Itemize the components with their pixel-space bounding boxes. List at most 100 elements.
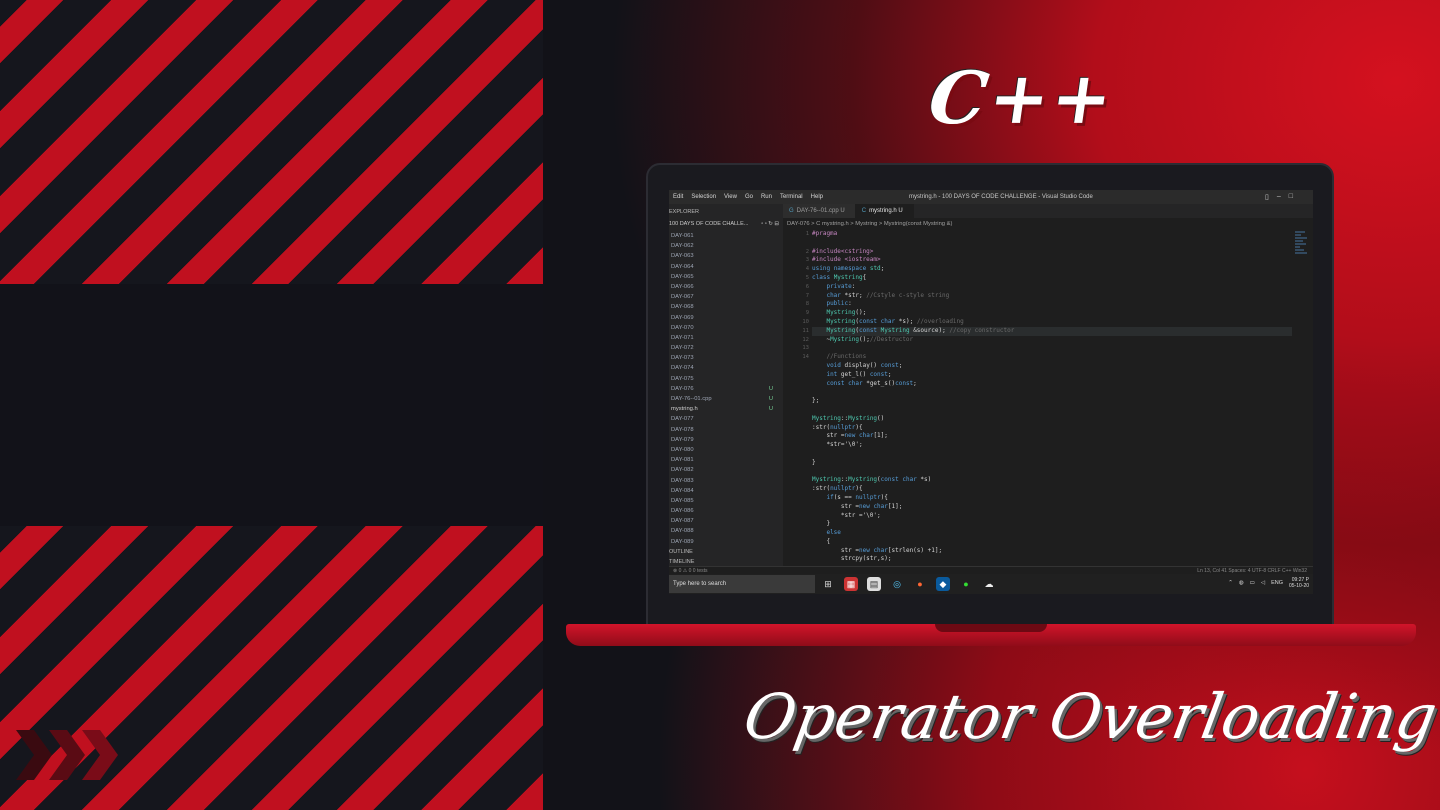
app-icon[interactable]: ☁	[982, 577, 996, 591]
code-line[interactable]: Mystring(const char *s); //overloading	[812, 318, 1292, 327]
sidebar-item[interactable]: DAY-064	[669, 262, 783, 272]
code-line[interactable]: if(s == nullptr){	[812, 494, 1292, 503]
layout-icon[interactable]: ▯	[1265, 193, 1269, 201]
tab-day76-cpp[interactable]: G DAY-76--01.cpp U	[783, 204, 856, 218]
code-line[interactable]: Mystring();	[812, 309, 1292, 318]
sidebar-item[interactable]: DAY-075	[669, 374, 783, 384]
sidebar-item[interactable]: DAY-063	[669, 251, 783, 261]
code-line[interactable]	[812, 239, 1292, 248]
sidebar-item[interactable]: DAY-068	[669, 302, 783, 312]
minimap[interactable]	[1295, 230, 1309, 290]
menu-view[interactable]: View	[720, 194, 741, 200]
tab-mystring-h[interactable]: Cmystring.h U	[855, 204, 914, 218]
network-icon[interactable]: ◍	[1239, 580, 1244, 586]
menu-edit[interactable]: Edit	[669, 194, 687, 200]
code-line[interactable]	[812, 468, 1292, 477]
sidebar-item[interactable]: DAY-081	[669, 455, 783, 465]
sidebar-item[interactable]: DAY-062	[669, 241, 783, 251]
sidebar-item[interactable]: DAY-087	[669, 516, 783, 526]
code-line[interactable]: class Mystring{	[812, 274, 1292, 283]
sidebar-item[interactable]: DAY-080	[669, 445, 783, 455]
code-line[interactable]: };	[812, 397, 1292, 406]
minimize-icon[interactable]: –	[1277, 193, 1281, 201]
menu-help[interactable]: Help	[807, 194, 827, 200]
code-line[interactable]: //Functions	[812, 353, 1292, 362]
task-view-icon[interactable]: ⊞	[821, 577, 835, 591]
code-line[interactable]: using namespace std;	[812, 265, 1292, 274]
code-line[interactable]: str =new char[1];	[812, 503, 1292, 512]
breadcrumb[interactable]: DAY-076 > C mystring.h > Mystring > Myst…	[787, 221, 952, 227]
code-line[interactable]: {	[812, 538, 1292, 547]
sidebar-item[interactable]: DAY-074	[669, 363, 783, 373]
code-line[interactable]: #include<cstring>	[812, 248, 1292, 257]
code-line[interactable]: }	[812, 520, 1292, 529]
menu-selection[interactable]: Selection	[687, 194, 720, 200]
tray-chevron-icon[interactable]: ⌃	[1228, 580, 1233, 586]
sidebar-item[interactable]: DAY-083	[669, 476, 783, 486]
sidebar-item[interactable]: DAY-078	[669, 425, 783, 435]
sidebar-item[interactable]: DAY-067	[669, 292, 783, 302]
code-line[interactable]: Mystring(const Mystring &source); //copy…	[812, 326, 1292, 336]
sidebar-item[interactable]: DAY-084	[669, 486, 783, 496]
menu-terminal[interactable]: Terminal	[776, 194, 807, 200]
sidebar-item[interactable]: DAY-079	[669, 435, 783, 445]
sidebar-item[interactable]: DAY-073	[669, 353, 783, 363]
code-line[interactable]: private:	[812, 283, 1292, 292]
outline-section[interactable]: OUTLINE	[669, 547, 783, 557]
code-line[interactable]: strcpy(str,s);	[812, 555, 1292, 564]
explorer-actions-icon[interactable]: ▫ ▫ ↻ ⊟	[761, 221, 779, 231]
code-line[interactable]: public:	[812, 300, 1292, 309]
volume-icon[interactable]: ◁	[1261, 580, 1265, 586]
sidebar-item[interactable]: DAY-077	[669, 414, 783, 424]
code-line[interactable]: ~Mystring();//Destructor	[812, 336, 1292, 345]
code-lines[interactable]: #pragma #include<cstring> #include <iostre…	[812, 230, 1292, 564]
sidebar-item[interactable]: DAY-089	[669, 537, 783, 547]
sidebar-item[interactable]: DAY-072	[669, 343, 783, 353]
code-line[interactable]: :str(nullptr){	[812, 485, 1292, 494]
sidebar-item[interactable]: DAY-086	[669, 506, 783, 516]
code-line[interactable]: *str='\0';	[812, 441, 1292, 450]
sidebar-item[interactable]: DAY-088	[669, 526, 783, 536]
battery-icon[interactable]: ▭	[1250, 580, 1255, 586]
maximize-icon[interactable]: □	[1289, 193, 1293, 201]
code-line[interactable]: const char *get_s()const;	[812, 380, 1292, 389]
code-line[interactable]: }	[812, 459, 1292, 468]
code-line[interactable]	[812, 406, 1292, 415]
sidebar-item[interactable]: DAY-070	[669, 323, 783, 333]
sidebar-item[interactable]: DAY-76--01.cpp U	[669, 394, 783, 404]
code-line[interactable]	[812, 450, 1292, 459]
sidebar-item[interactable]: DAY-071	[669, 333, 783, 343]
photos-icon[interactable]: ▦	[844, 577, 858, 591]
code-line[interactable]: Mystring::Mystring(const char *s)	[812, 476, 1292, 485]
code-line[interactable]: str =new char[1];	[812, 432, 1292, 441]
store-icon[interactable]: ▤	[867, 577, 881, 591]
code-line[interactable]: #pragma	[812, 230, 1292, 239]
language-indicator[interactable]: ENG	[1271, 580, 1283, 586]
code-line[interactable]: char *str; //Cstyle c-style string	[812, 292, 1292, 301]
sidebar-item[interactable]: DAY-076 U	[669, 384, 783, 394]
firefox-icon[interactable]: ●	[913, 577, 927, 591]
menu-go[interactable]: Go	[741, 194, 757, 200]
code-line[interactable]: str =new char[strlen(s) +1];	[812, 547, 1292, 556]
project-folder[interactable]: 100 DAYS OF CODE CHALLE... ▫ ▫ ↻ ⊟	[669, 221, 783, 231]
edge-icon[interactable]: ◎	[890, 577, 904, 591]
code-line[interactable]: *str ='\0';	[812, 512, 1292, 521]
vscode-icon[interactable]: ◆	[936, 577, 950, 591]
code-line[interactable]: Mystring::Mystring()	[812, 415, 1292, 424]
sidebar-item[interactable]: DAY-065	[669, 272, 783, 282]
code-editor[interactable]: 1 2 3 4 5 6 7 8 9 10 11 12 13 14 #pragma #include<cstr…	[783, 230, 1293, 568]
menu-run[interactable]: Run	[757, 194, 776, 200]
sidebar-item[interactable]: DAY-069	[669, 313, 783, 323]
code-line[interactable]: else	[812, 529, 1292, 538]
sidebar-item[interactable]: DAY-082	[669, 465, 783, 475]
code-line[interactable]	[812, 388, 1292, 397]
code-line[interactable]: :str(nullptr){	[812, 424, 1292, 433]
code-line[interactable]: void display() const;	[812, 362, 1292, 371]
sidebar-item[interactable]: DAY-066	[669, 282, 783, 292]
sidebar-item[interactable]: DAY-061	[669, 231, 783, 241]
clock[interactable]: 09:27 P 05-10-20	[1289, 577, 1309, 589]
code-line[interactable]: #include <iostream>	[812, 256, 1292, 265]
taskbar-search[interactable]: Type here to search	[669, 575, 815, 593]
sidebar-item[interactable]: DAY-085	[669, 496, 783, 506]
whatsapp-icon[interactable]: ●	[959, 577, 973, 591]
